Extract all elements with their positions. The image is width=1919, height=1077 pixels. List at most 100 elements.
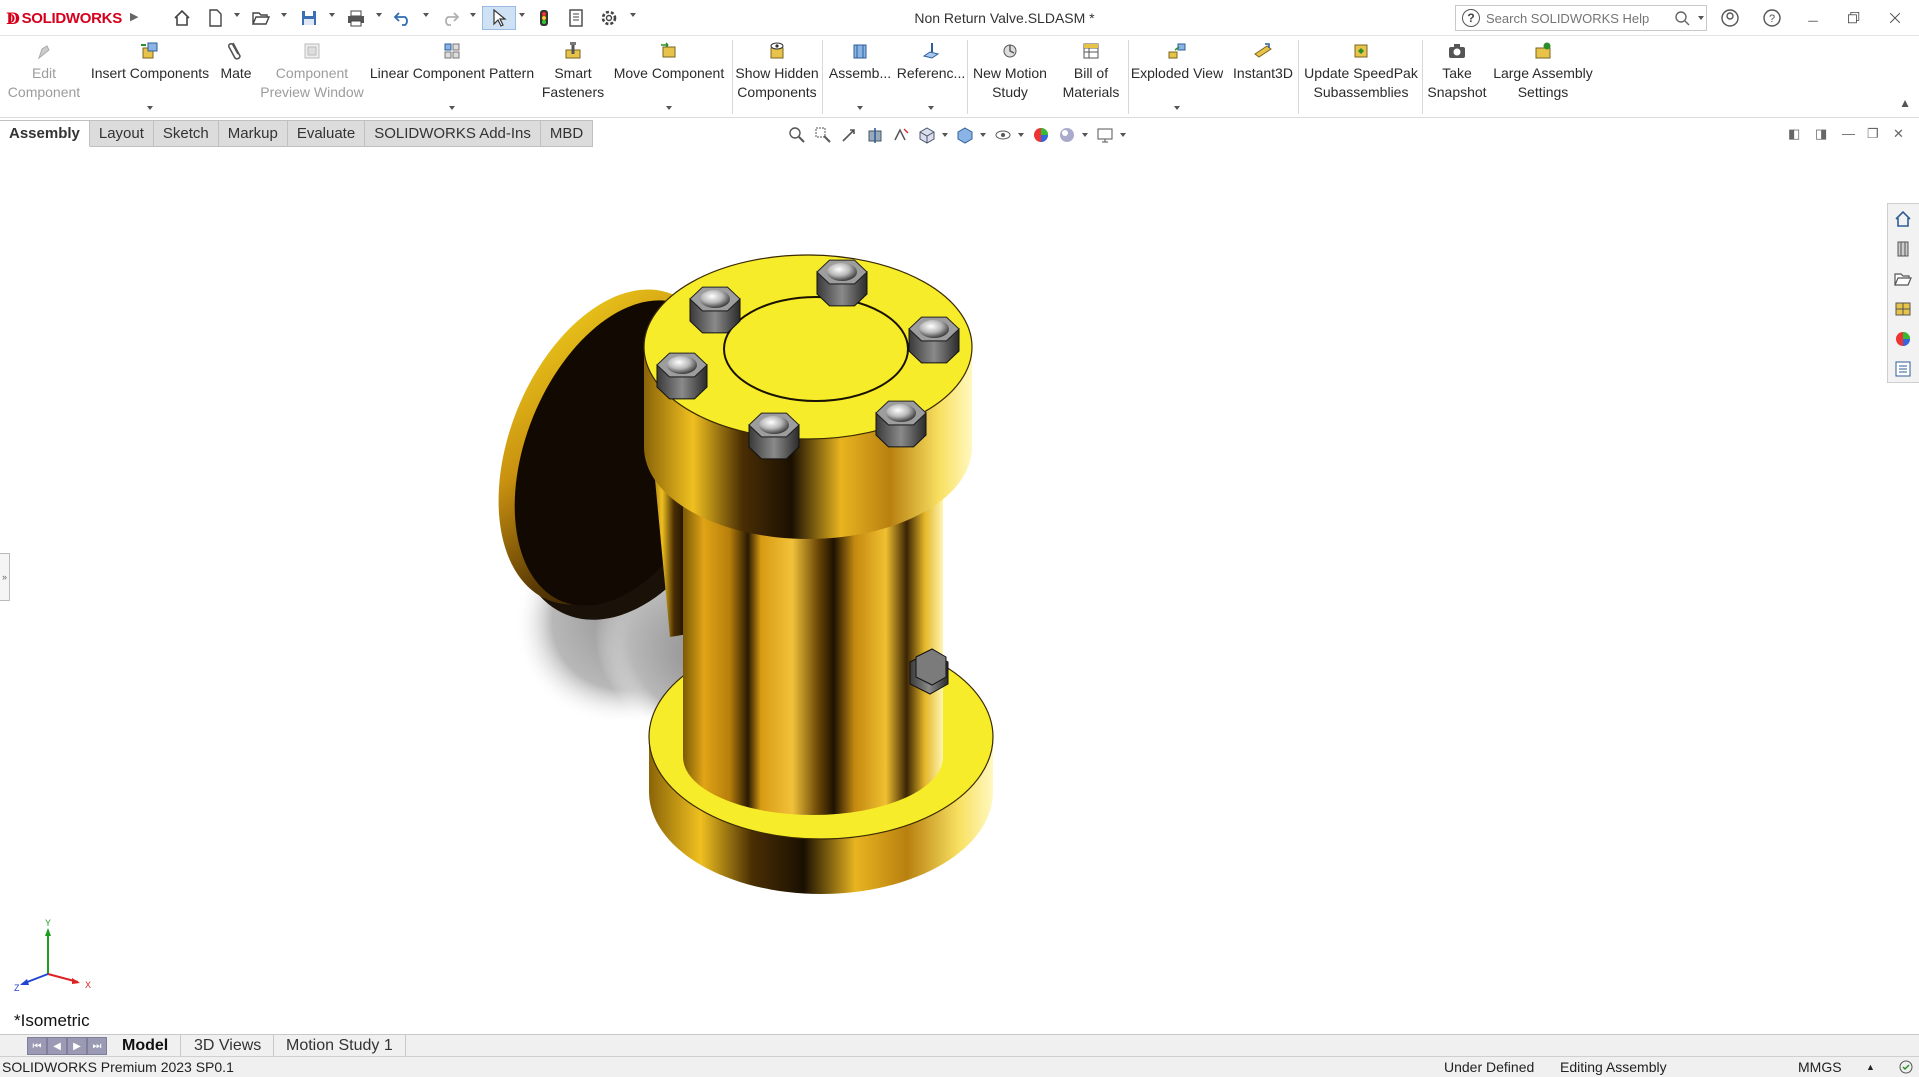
tab-assembly[interactable]: Assembly	[0, 120, 90, 147]
print-dropdown-icon[interactable]	[376, 13, 382, 17]
mate-button[interactable]: Mate	[214, 36, 258, 118]
unit-system[interactable]: MMGS	[1798, 1057, 1842, 1077]
non-return-valve-model[interactable]	[470, 237, 1240, 957]
view-settings-icon[interactable]	[1094, 125, 1116, 145]
insert-components-dropdown-icon[interactable]	[147, 106, 153, 110]
exploded-view-dropdown-icon[interactable]	[1174, 106, 1180, 110]
apply-scene-dropdown-icon[interactable]	[1082, 133, 1088, 137]
design-library-icon[interactable]	[1888, 234, 1918, 264]
tile-left-icon[interactable]: ◧	[1788, 126, 1800, 142]
custom-properties-icon[interactable]	[1888, 354, 1918, 384]
doc-restore-icon[interactable]: ❐	[1867, 126, 1879, 142]
tab-mbd[interactable]: MBD	[540, 120, 594, 147]
update-speedpak-button[interactable]: Update SpeedPak Subassemblies	[1300, 36, 1422, 118]
hide-show-dropdown-icon[interactable]	[1018, 133, 1024, 137]
menu-expand-icon[interactable]: ▶	[130, 10, 138, 23]
tab-markup[interactable]: Markup	[218, 120, 288, 147]
previous-tab-icon[interactable]: ◀	[47, 1037, 67, 1055]
options-dropdown-icon[interactable]	[630, 13, 636, 17]
apply-scene-icon[interactable]	[1056, 125, 1078, 145]
edit-component-button[interactable]: Edit Component	[4, 36, 84, 118]
move-component-dropdown-icon[interactable]	[666, 106, 672, 110]
rebuild-status-icon[interactable]	[1898, 1057, 1914, 1077]
tab-motion-study-1[interactable]: Motion Study 1	[274, 1035, 406, 1057]
assembly-features-dropdown-icon[interactable]	[857, 106, 863, 110]
feature-manager-toggle-handle[interactable]: »	[0, 553, 10, 601]
last-tab-icon[interactable]: ⏭	[87, 1037, 107, 1055]
view-settings-dropdown-icon[interactable]	[1120, 133, 1126, 137]
file-properties-icon[interactable]	[565, 6, 587, 30]
solidworks-resources-icon[interactable]	[1888, 204, 1918, 234]
zoom-to-fit-icon[interactable]	[786, 125, 808, 145]
tab-layout[interactable]: Layout	[89, 120, 154, 147]
select-icon[interactable]	[482, 6, 516, 30]
save-dropdown-icon[interactable]	[329, 13, 335, 17]
search-dropdown-icon[interactable]	[1698, 16, 1704, 20]
collapse-ribbon-icon[interactable]: ▲	[1899, 96, 1911, 110]
large-assembly-settings-button[interactable]: Large Assembly Settings	[1490, 36, 1596, 118]
print-icon[interactable]	[345, 6, 367, 30]
restore-icon[interactable]	[1843, 7, 1865, 29]
tab-model[interactable]: Model	[110, 1035, 182, 1057]
hide-show-items-icon[interactable]	[992, 125, 1014, 145]
show-hidden-components-button[interactable]: Show Hidden Components	[734, 36, 820, 118]
file-explorer-icon[interactable]	[1888, 264, 1918, 294]
tab-solidworks-add-ins[interactable]: SOLIDWORKS Add-Ins	[365, 120, 541, 147]
unit-system-menu-icon[interactable]: ▲	[1866, 1057, 1875, 1077]
save-icon[interactable]	[298, 6, 320, 30]
view-orientation-dropdown-icon[interactable]	[942, 133, 948, 137]
smart-fasteners-button[interactable]: Smart Fasteners	[540, 36, 606, 118]
help-search-input[interactable]	[1486, 10, 1666, 26]
component-preview-window-button[interactable]: Component Preview Window	[258, 36, 366, 118]
reference-geometry-button[interactable]: Referenc...	[896, 36, 966, 118]
new-dropdown-icon[interactable]	[234, 13, 240, 17]
previous-view-icon[interactable]	[838, 125, 860, 145]
new-document-icon[interactable]	[204, 6, 226, 30]
dynamic-annotation-icon[interactable]	[890, 125, 912, 145]
tile-right-icon[interactable]: ◨	[1815, 126, 1827, 142]
new-motion-study-button[interactable]: New Motion Study	[968, 36, 1052, 118]
section-view-icon[interactable]	[864, 125, 886, 145]
solidworks-logo[interactable]: ↁ SOLIDWORKS	[6, 8, 122, 28]
tab-evaluate[interactable]: Evaluate	[287, 120, 366, 147]
bill-of-materials-button[interactable]: Bill of Materials	[1054, 36, 1128, 118]
minimize-icon[interactable]	[1802, 7, 1824, 29]
take-snapshot-button[interactable]: Take Snapshot	[1424, 36, 1490, 118]
open-icon[interactable]	[250, 6, 272, 30]
edit-appearance-icon[interactable]	[1030, 125, 1052, 145]
zoom-to-area-icon[interactable]	[812, 125, 834, 145]
tab-3d-views[interactable]: 3D Views	[182, 1035, 275, 1057]
instant3d-button[interactable]: Instant3D	[1228, 36, 1298, 118]
search-icon[interactable]	[1674, 10, 1690, 26]
doc-minimize-icon[interactable]: —	[1842, 126, 1855, 141]
home-icon[interactable]	[170, 6, 194, 30]
next-tab-icon[interactable]: ▶	[67, 1037, 87, 1055]
view-orientation-icon[interactable]	[916, 125, 938, 145]
move-component-button[interactable]: Move Component	[608, 36, 730, 118]
account-icon[interactable]	[1719, 7, 1741, 29]
view-palette-icon[interactable]	[1888, 294, 1918, 324]
linear-pattern-dropdown-icon[interactable]	[449, 106, 455, 110]
undo-dropdown-icon[interactable]	[423, 13, 429, 17]
display-style-icon[interactable]	[954, 125, 976, 145]
graphics-area[interactable]	[0, 147, 1919, 1034]
linear-component-pattern-button[interactable]: Linear Component Pattern	[366, 36, 538, 118]
redo-icon[interactable]	[439, 6, 461, 30]
exploded-view-button[interactable]: Exploded View	[1130, 36, 1224, 118]
open-dropdown-icon[interactable]	[281, 13, 287, 17]
help-search[interactable]: ?	[1455, 5, 1707, 31]
close-icon[interactable]	[1884, 7, 1906, 29]
display-style-dropdown-icon[interactable]	[980, 133, 986, 137]
help-icon[interactable]: ?	[1761, 7, 1783, 29]
insert-components-button[interactable]: Insert Components	[88, 36, 212, 118]
tab-sketch[interactable]: Sketch	[153, 120, 219, 147]
doc-close-icon[interactable]: ✕	[1893, 126, 1904, 142]
options-icon[interactable]	[598, 6, 620, 30]
appearances-scenes-icon[interactable]	[1888, 324, 1918, 354]
first-tab-icon[interactable]: ⏮	[27, 1037, 47, 1055]
reference-geometry-dropdown-icon[interactable]	[928, 106, 934, 110]
select-dropdown-icon[interactable]	[519, 13, 525, 17]
rebuild-icon[interactable]	[533, 6, 555, 30]
undo-icon[interactable]	[392, 6, 414, 30]
assembly-features-button[interactable]: Assemb...	[824, 36, 896, 118]
